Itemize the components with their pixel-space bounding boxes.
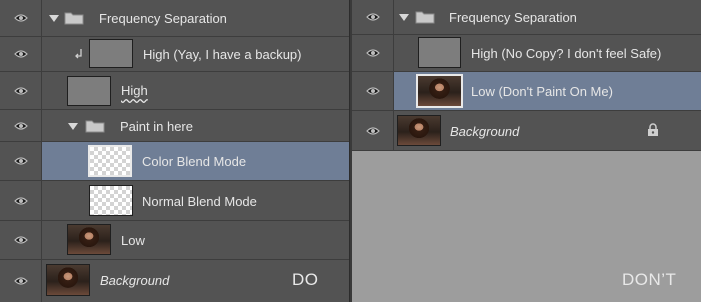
layer-name: Background — [100, 273, 170, 288]
layer-row-background[interactable]: Background — [352, 111, 701, 151]
disclosure-triangle-icon[interactable] — [49, 15, 59, 22]
folder-icon — [64, 12, 84, 25]
eye-icon — [13, 86, 28, 95]
folder-icon — [415, 11, 435, 24]
layer-name: High (Yay, I have a backup) — [143, 47, 302, 62]
layer-name: Frequency Separation — [449, 10, 577, 25]
eye-icon — [13, 196, 28, 205]
disclosure-triangle-icon[interactable] — [68, 123, 78, 130]
layer-name: Background — [450, 124, 520, 139]
layer-thumbnail — [46, 264, 90, 296]
layers-panel-dont: Frequency Separation High (No Copy? I do… — [352, 0, 701, 302]
layers-panel-do: Frequency Separation High (Yay, I have a… — [0, 0, 350, 302]
layer-name: Color Blend Mode — [142, 154, 247, 169]
layer-row-low-dont-paint[interactable]: Low (Don't Paint On Me) — [352, 72, 701, 111]
visibility-toggle[interactable] — [0, 260, 42, 302]
layer-row-frequency-separation[interactable]: Frequency Separation — [352, 0, 701, 35]
layer-row-high-no-copy[interactable]: High (No Copy? I don't feel Safe) — [352, 35, 701, 72]
layer-row-paint-in-here[interactable]: Paint in here — [0, 110, 349, 142]
layer-name: Low — [121, 233, 145, 248]
eye-icon — [13, 121, 28, 130]
layer-row-high-backup[interactable]: High (Yay, I have a backup) — [0, 37, 349, 72]
layer-thumbnail — [88, 145, 132, 177]
disclosure-triangle-icon[interactable] — [399, 14, 409, 21]
layer-row-background[interactable]: Background DO — [0, 260, 349, 302]
layer-name: High (No Copy? I don't feel Safe) — [471, 46, 662, 61]
visibility-toggle[interactable] — [0, 37, 42, 71]
layer-thumbnail — [89, 39, 133, 68]
layer-row-high[interactable]: High — [0, 72, 349, 110]
eye-icon — [365, 13, 380, 21]
eye-icon — [13, 157, 28, 165]
lock-icon — [648, 123, 658, 136]
layer-thumbnail — [67, 76, 111, 106]
visibility-toggle[interactable] — [0, 110, 42, 141]
do-caption: DO — [292, 270, 319, 289]
visibility-toggle[interactable] — [0, 72, 42, 109]
layer-name: Normal Blend Mode — [142, 194, 257, 209]
visibility-toggle[interactable] — [352, 111, 394, 150]
layer-thumbnail — [89, 185, 133, 216]
layer-thumbnail — [416, 74, 463, 108]
visibility-toggle[interactable] — [352, 35, 394, 71]
visibility-toggle[interactable] — [352, 72, 394, 110]
layer-name: Paint in here — [120, 119, 193, 134]
layer-thumbnail — [67, 224, 111, 255]
clipping-mask-arrow-icon — [75, 49, 82, 59]
eye-icon — [365, 49, 380, 57]
layer-name: High — [121, 83, 148, 98]
layer-row-frequency-separation[interactable]: Frequency Separation — [0, 0, 349, 37]
layer-row-color-blend-mode[interactable]: Color Blend Mode — [0, 142, 349, 181]
layer-name: Low (Don't Paint On Me) — [471, 84, 613, 99]
layer-row-low[interactable]: Low — [0, 221, 349, 260]
eye-icon — [13, 50, 28, 58]
visibility-toggle[interactable] — [0, 142, 42, 180]
dont-caption: DON’T — [622, 270, 677, 289]
eye-icon — [365, 87, 380, 95]
eye-icon — [13, 236, 28, 244]
layer-thumbnail — [397, 115, 441, 146]
eye-icon — [13, 277, 28, 285]
visibility-toggle[interactable] — [0, 221, 42, 259]
eye-icon — [365, 126, 380, 135]
visibility-toggle[interactable] — [352, 0, 394, 34]
visibility-toggle[interactable] — [0, 181, 42, 220]
layer-name: Frequency Separation — [99, 11, 227, 26]
layer-thumbnail — [418, 37, 461, 68]
eye-icon — [13, 14, 28, 22]
layer-row-normal-blend-mode[interactable]: Normal Blend Mode — [0, 181, 349, 221]
folder-icon — [85, 120, 105, 133]
visibility-toggle[interactable] — [0, 0, 42, 36]
